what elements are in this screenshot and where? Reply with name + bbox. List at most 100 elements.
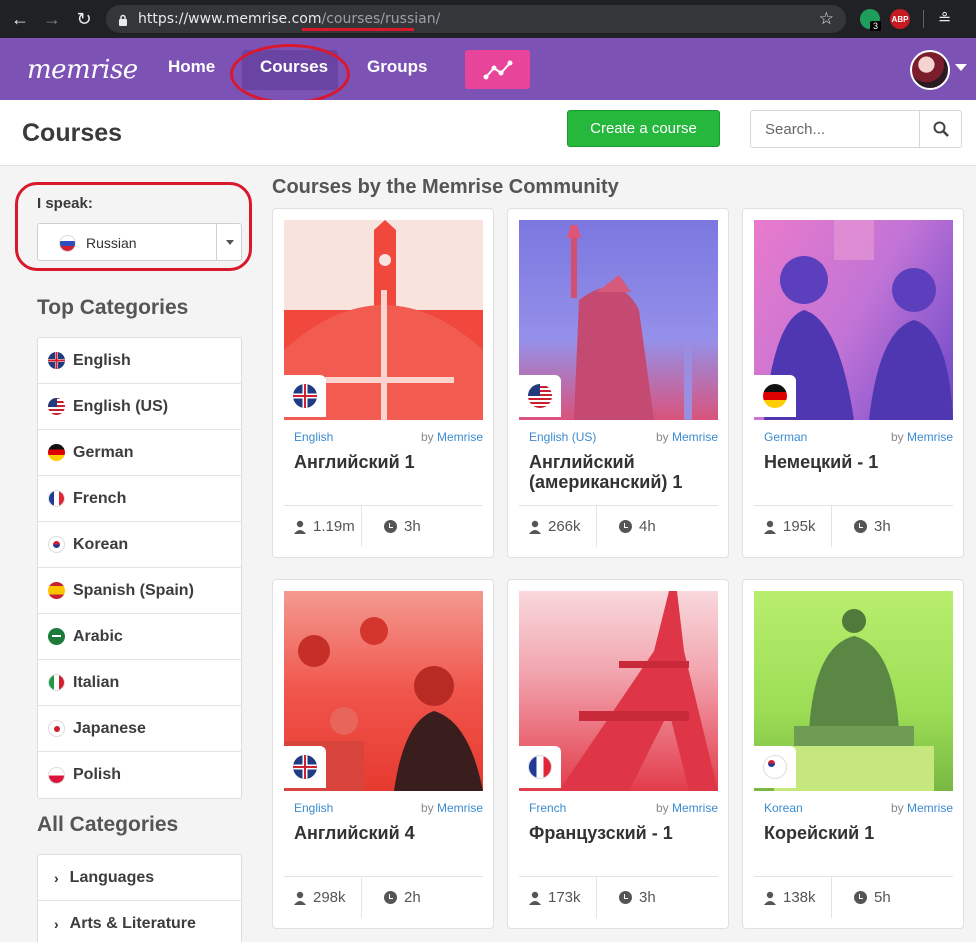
course-language[interactable]: English [294,801,333,815]
flag-badge [284,375,326,417]
category-item-italian[interactable]: Italian [38,660,241,706]
learners-count: 1.19m [284,506,362,547]
flag-badge [519,375,561,417]
course-stats: 266k 4h [519,505,718,547]
learners-count: 173k [519,877,597,918]
category-item-polish[interactable]: Polish [38,752,241,798]
course-title[interactable]: Корейский 1 [764,823,949,863]
learner-icon [294,520,306,534]
stats-button[interactable] [465,50,530,89]
course-stats: 138k 5h [754,876,953,918]
course-author[interactable]: Memrise [437,801,483,815]
search-box [750,110,962,148]
category-item-english-us[interactable]: English (US) [38,384,241,430]
learners-value: 138k [783,889,816,906]
category-label: Arabic [73,627,123,645]
url-annotation-underline [302,28,414,31]
course-author[interactable]: Memrise [672,430,718,444]
course-card[interactable]: German by Memrise Немецкий - 1 195k 3h [742,208,964,558]
course-author[interactable]: Memrise [672,801,718,815]
extensions-menu-icon[interactable]: ≗ [938,9,951,29]
reload-icon[interactable]: ↻ [72,7,96,31]
course-card[interactable]: French by Memrise Французский - 1 173k 3… [507,579,729,929]
course-title[interactable]: Французский - 1 [529,823,714,863]
learners-count: 266k [519,506,597,547]
search-button[interactable] [919,111,962,147]
category-label: Languages [69,868,155,886]
category-label: Italian [73,673,120,691]
avatar-dropdown-caret-icon[interactable] [955,64,967,71]
learners-value: 1.19m [313,518,355,535]
category-label: Korean [73,535,129,553]
category-item-korean[interactable]: Korean [38,522,241,568]
france-flag-icon [528,755,552,779]
search-input[interactable] [751,111,919,147]
course-title[interactable]: Английский (американский) 1 [529,452,714,492]
uk-flag-icon [293,384,317,408]
france-flag-icon [48,490,65,507]
category-item-french[interactable]: French [38,476,241,522]
category-label: English [73,351,131,369]
course-duration: 3h [597,877,656,918]
category-item-languages[interactable]: › Languages [38,855,241,901]
all-categories-list: › Languages › Arts & Literature [37,854,242,942]
line-chart-icon [483,60,512,79]
learner-icon [294,891,306,905]
top-categories-list: English English (US) German French Korea… [37,337,242,799]
learners-value: 173k [548,889,581,906]
course-stats: 173k 3h [519,876,718,918]
learners-value: 195k [783,518,816,535]
back-arrow-icon[interactable]: ← [8,7,32,31]
learner-icon [529,891,541,905]
course-language[interactable]: German [764,430,807,444]
category-item-german[interactable]: German [38,430,241,476]
category-item-spanish[interactable]: Spanish (Spain) [38,568,241,614]
course-title[interactable]: Немецкий - 1 [764,452,949,492]
category-item-arabic[interactable]: Arabic [38,614,241,660]
korea-flag-icon [48,536,65,553]
category-item-arts-literature[interactable]: › Arts & Literature [38,901,241,942]
flag-badge [754,375,796,417]
course-card[interactable]: Korean by Memrise Корейский 1 138k 5h [742,579,964,929]
course-byline: by Memrise [656,801,718,815]
forward-arrow-icon[interactable]: → [40,7,64,31]
learners-count: 298k [284,877,362,918]
course-title[interactable]: Английский 4 [294,823,479,863]
top-categories-title: Top Categories [37,296,189,319]
learner-icon [529,520,541,534]
chevron-right-icon: › [54,915,59,932]
time-value: 3h [639,889,656,906]
course-card[interactable]: English by Memrise Английский 4 298k 2h [272,579,494,929]
course-language[interactable]: English (US) [529,430,596,444]
course-author[interactable]: Memrise [437,430,483,444]
course-card[interactable]: English (US) by Memrise Английский (амер… [507,208,729,558]
bookmark-star-icon[interactable]: ☆ [819,9,834,29]
course-title[interactable]: Английский 1 [294,452,479,492]
category-label: Spanish (Spain) [73,581,194,599]
url-text: https://www.memrise.com/courses/russian/ [138,11,441,27]
page-title: Courses [22,119,123,147]
category-item-english[interactable]: English [38,338,241,384]
clock-icon [384,520,397,533]
address-bar[interactable]: https://www.memrise.com/courses/russian/… [106,5,846,33]
japan-flag-icon [48,720,65,737]
adblock-icon[interactable]: ABP [890,9,910,29]
memrise-logo[interactable]: memrise [27,55,138,85]
course-language[interactable]: French [529,801,566,815]
nav-home[interactable]: Home [168,57,215,77]
course-language[interactable]: Korean [764,801,803,815]
by-prefix: by [655,430,669,444]
nav-groups[interactable]: Groups [367,57,427,77]
extension-badge: 3 [870,21,882,31]
learners-value: 266k [548,518,581,535]
user-avatar[interactable] [910,50,950,90]
by-prefix: by [420,430,434,444]
create-course-button[interactable]: Create a course [567,110,720,147]
course-language[interactable]: English [294,430,333,444]
course-card[interactable]: English by Memrise Английский 1 1.19m 3h [272,208,494,558]
course-author[interactable]: Memrise [907,801,953,815]
category-item-japanese[interactable]: Japanese [38,706,241,752]
flag-badge [519,746,561,788]
course-author[interactable]: Memrise [907,430,953,444]
time-value: 2h [404,889,421,906]
